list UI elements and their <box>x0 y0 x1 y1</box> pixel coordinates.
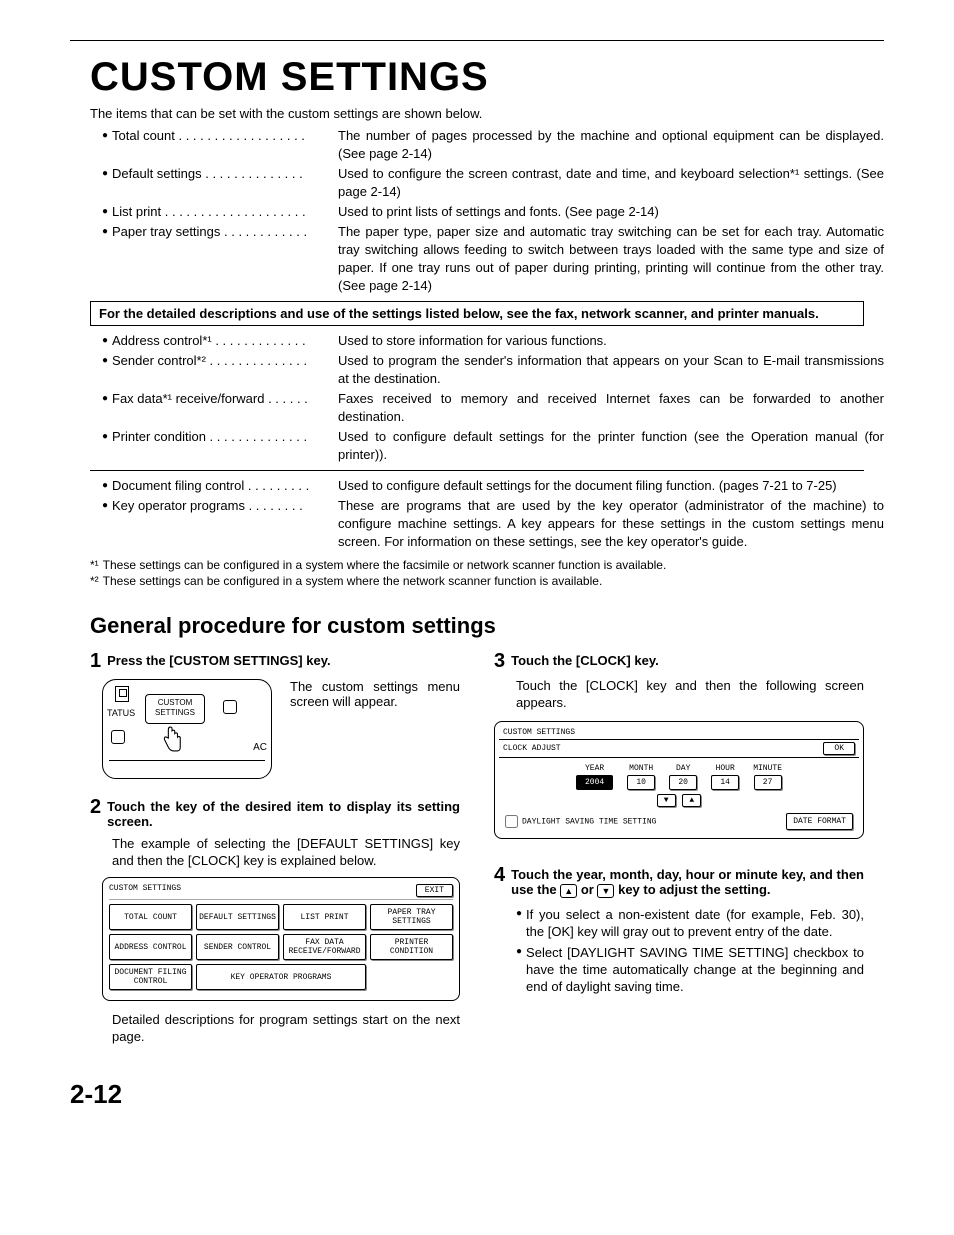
menu-key[interactable]: SENDER CONTROL <box>196 934 279 960</box>
pointing-hand-icon <box>161 724 183 754</box>
bullet-item: ●Fax data*¹ receive/forward . . . . . .F… <box>102 390 884 426</box>
up-key-icon: ▲ <box>560 884 577 898</box>
footnote-1: *¹These settings can be configured in a … <box>90 557 884 573</box>
custom-settings-key[interactable]: CUSTOM SETTINGS <box>145 694 205 724</box>
usb-port-icon <box>115 686 129 702</box>
screen-title-label: CUSTOM SETTINGS <box>109 884 181 897</box>
screen2-breadcrumb: CUSTOM SETTINGS <box>499 726 859 740</box>
step-4-title: Touch the year, month, day, hour or minu… <box>511 867 864 898</box>
date-field[interactable]: HOUR14 <box>711 764 739 790</box>
bullet-item: ●Document filing control . . . . . . . .… <box>102 477 884 495</box>
menu-key[interactable]: TOTAL COUNT <box>109 904 192 930</box>
section-heading: General procedure for custom settings <box>90 613 884 639</box>
reference-box: For the detailed descriptions and use of… <box>90 301 864 326</box>
panel-button <box>223 700 237 714</box>
step-2-title: Touch the key of the desired item to dis… <box>107 799 460 829</box>
step-4-bullet-2: ●Select [DAYLIGHT SAVING TIME SETTING] c… <box>516 944 864 995</box>
panel-button <box>111 730 125 744</box>
step-number-4: 4 <box>494 865 505 898</box>
step-number-3: 3 <box>494 651 505 671</box>
exit-button[interactable]: EXIT <box>416 884 453 897</box>
date-format-button[interactable]: DATE FORMAT <box>786 813 853 830</box>
bullet-item: ●Default settings . . . . . . . . . . . … <box>102 165 884 201</box>
down-arrow-button[interactable]: ▼ <box>657 794 676 807</box>
status-label-cropped: TATUS <box>107 708 135 718</box>
date-field[interactable]: YEAR2004 <box>576 764 613 790</box>
step-4-bullet-1: ●If you select a non-existent date (for … <box>516 906 864 940</box>
date-field[interactable]: MINUTE27 <box>753 764 782 790</box>
page-number: 2-12 <box>70 1079 884 1110</box>
step-1-title: Press the [CUSTOM SETTINGS] key. <box>107 653 330 671</box>
control-panel-figure: TATUS CUSTOM SETTINGS AC <box>102 679 272 779</box>
bullet-item: ●Sender control*² . . . . . . . . . . . … <box>102 352 884 388</box>
menu-key[interactable]: ADDRESS CONTROL <box>109 934 192 960</box>
bullet-item: ●List print . . . . . . . . . . . . . . … <box>102 203 884 221</box>
step-3-title: Touch the [CLOCK] key. <box>511 653 659 671</box>
bullet-item: ●Printer condition . . . . . . . . . . .… <box>102 428 884 464</box>
menu-key[interactable]: PRINTER CONDITION <box>370 934 453 960</box>
daylight-saving-checkbox[interactable]: DAYLIGHT SAVING TIME SETTING <box>505 815 656 828</box>
step-number-1: 1 <box>90 651 101 671</box>
bullet-item: ●Paper tray settings . . . . . . . . . .… <box>102 223 884 295</box>
menu-key[interactable]: LIST PRINT <box>283 904 366 930</box>
ok-button[interactable]: OK <box>823 742 855 755</box>
menu-key[interactable]: DEFAULT SETTINGS <box>196 904 279 930</box>
bullet-item: ●Key operator programs . . . . . . . .Th… <box>102 497 884 551</box>
menu-key[interactable]: PAPER TRAY SETTINGS <box>370 904 453 930</box>
down-key-icon: ▼ <box>597 884 614 898</box>
date-field[interactable]: DAY20 <box>669 764 697 790</box>
custom-settings-screen: CUSTOM SETTINGS EXIT TOTAL COUNTDEFAULT … <box>102 877 460 1001</box>
menu-key[interactable]: DOCUMENT FILING CONTROL <box>109 964 192 990</box>
ac-label: AC <box>253 742 267 753</box>
step-1-body: The custom settings menu screen will app… <box>290 679 460 709</box>
step-number-2: 2 <box>90 797 101 829</box>
clock-adjust-screen: CUSTOM SETTINGS CLOCK ADJUST OK YEAR2004… <box>494 721 864 839</box>
up-arrow-button[interactable]: ▲ <box>682 794 701 807</box>
date-field[interactable]: MONTH10 <box>627 764 655 790</box>
step-2-after: Detailed descriptions for program settin… <box>112 1011 460 1045</box>
page-title: CUSTOM SETTINGS <box>90 55 864 100</box>
menu-key[interactable]: FAX DATA RECEIVE/FORWARD <box>283 934 366 960</box>
bullet-item: ●Address control*¹ . . . . . . . . . . .… <box>102 332 884 350</box>
menu-key[interactable]: KEY OPERATOR PROGRAMS <box>196 964 366 990</box>
footnote-2: *²These settings can be configured in a … <box>90 573 884 589</box>
step-3-body: Touch the [CLOCK] key and then the follo… <box>516 677 864 711</box>
step-2-body: The example of selecting the [DEFAULT SE… <box>112 835 460 869</box>
bullet-item: ●Total count . . . . . . . . . . . . . .… <box>102 127 884 163</box>
screen2-title: CLOCK ADJUST <box>503 744 561 753</box>
intro-text: The items that can be set with the custo… <box>90 106 884 121</box>
